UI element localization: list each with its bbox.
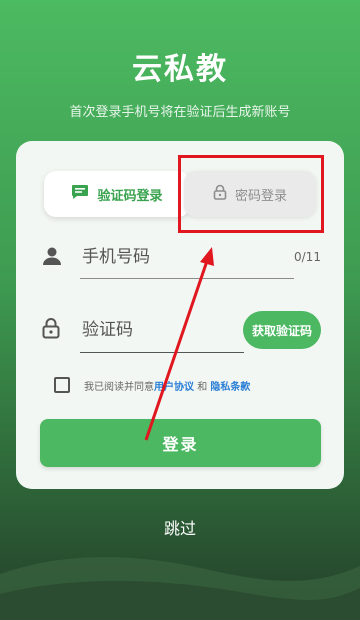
get-code-button[interactable]: 获取验证码 <box>243 311 321 349</box>
privacy-policy-link[interactable]: 隐私条款 <box>210 382 250 393</box>
app-title: 云私教 <box>132 52 228 87</box>
tab-sms-login[interactable]: 验证码登录 <box>44 171 190 217</box>
login-button[interactable]: 登录 <box>40 419 321 467</box>
user-agreement-link[interactable]: 用户协议 <box>154 382 194 393</box>
agreement-row: 我已阅读并同意用户协议 和 隐私条款 <box>54 377 250 393</box>
verification-code-input[interactable] <box>80 307 244 353</box>
agreement-prefix: 我已阅读并同意 <box>84 381 154 393</box>
person-icon <box>42 247 62 269</box>
annotation-highlight-box <box>178 155 324 233</box>
app-subtitle: 首次登录手机号将在验证后生成新账号 <box>69 105 291 120</box>
lock-icon <box>42 317 60 343</box>
wave-decoration <box>0 557 360 620</box>
phone-number-input[interactable] <box>80 235 294 279</box>
skip-button[interactable]: 跳过 <box>0 515 360 539</box>
tab-sms-label: 验证码登录 <box>97 188 163 204</box>
agreement-checkbox[interactable] <box>54 377 70 393</box>
agreement-conjunction: 和 <box>197 381 208 393</box>
phone-counter: 0/11 <box>294 250 321 264</box>
message-icon <box>71 184 89 204</box>
agreement-text: 我已阅读并同意用户协议 和 隐私条款 <box>84 378 250 393</box>
